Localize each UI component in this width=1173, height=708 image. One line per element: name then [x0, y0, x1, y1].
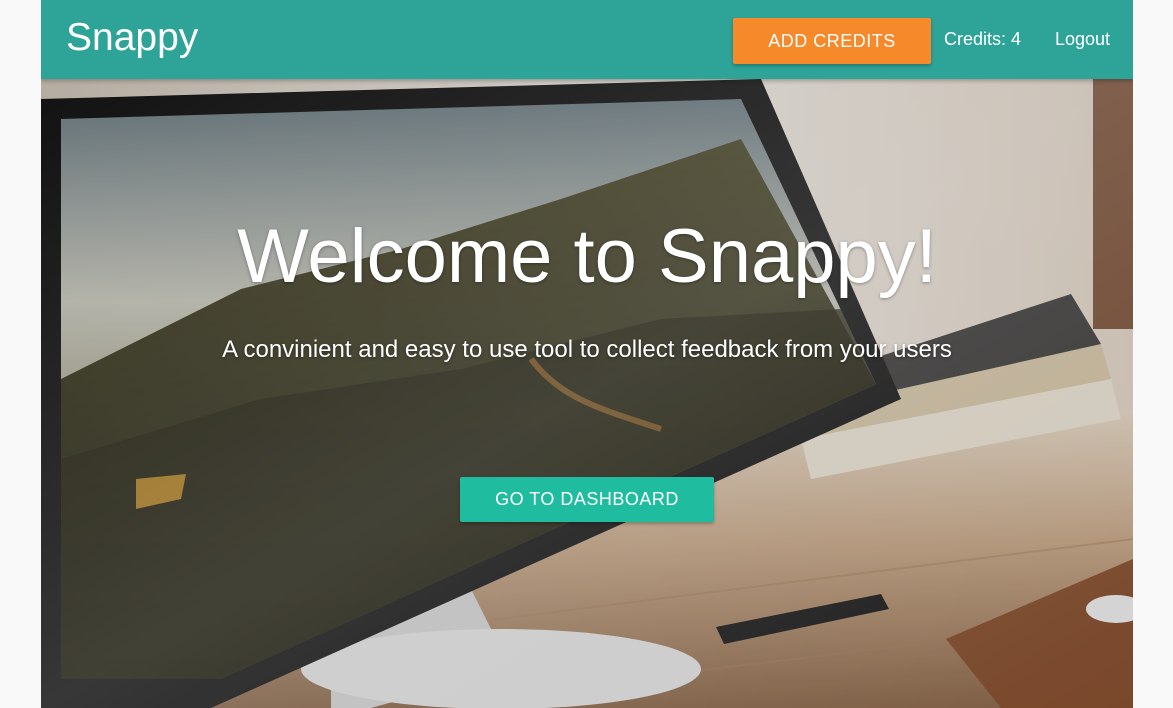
- hero-subtitle: A convinient and easy to use tool to col…: [222, 336, 952, 363]
- hero-title: Welcome to Snappy!: [237, 214, 937, 299]
- go-to-dashboard-button[interactable]: GO TO DASHBOARD: [460, 477, 714, 522]
- add-credits-button[interactable]: ADD CREDITS: [733, 18, 931, 64]
- credits-link[interactable]: Credits: 4: [944, 27, 1021, 51]
- navbar: Snappy ADD CREDITS Credits: 4 Logout: [41, 0, 1133, 79]
- brand-logo-link[interactable]: Snappy: [66, 14, 198, 62]
- hero-section: Welcome to Snappy! A convinient and easy…: [41, 79, 1133, 708]
- logout-link[interactable]: Logout: [1055, 27, 1110, 51]
- page: Snappy ADD CREDITS Credits: 4 Logout Wel…: [41, 0, 1133, 708]
- hero-background-image: [41, 79, 1133, 708]
